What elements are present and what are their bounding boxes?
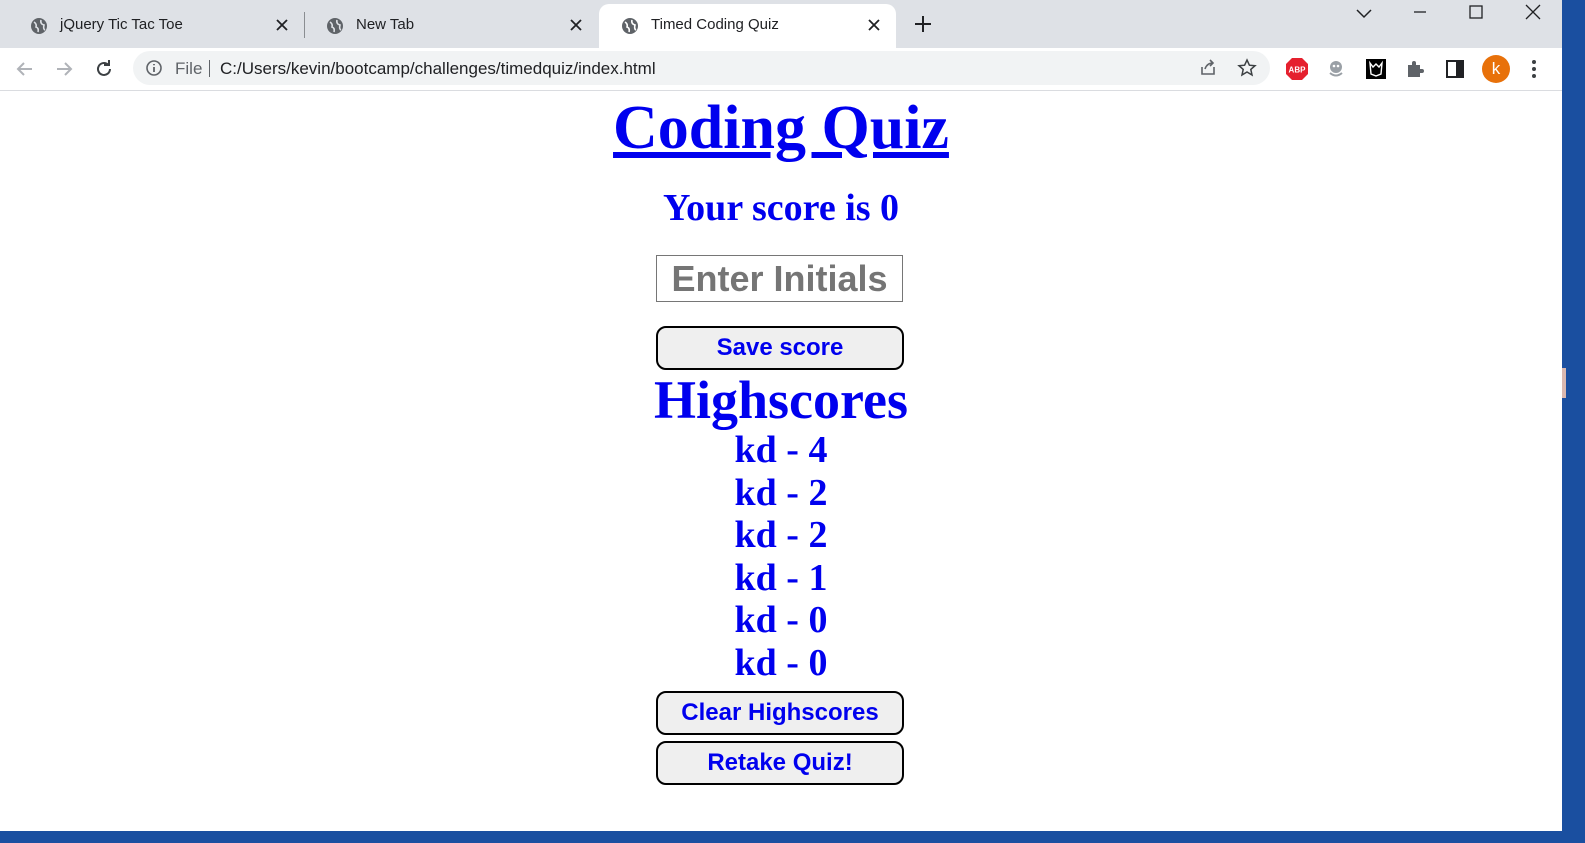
tab-new-tab[interactable]: New Tab <box>304 4 598 48</box>
page-content: Coding Quiz Your score is 0 Save score H… <box>0 91 1562 831</box>
close-window-icon[interactable] <box>1518 2 1548 24</box>
tab-search-chevron-icon[interactable] <box>1349 2 1379 24</box>
scheme-label: File <box>175 59 203 78</box>
highscore-item: kd - 4 <box>734 429 828 471</box>
close-icon[interactable] <box>566 15 586 35</box>
globe-icon <box>31 18 47 34</box>
omnibox-separator <box>209 60 210 77</box>
info-icon[interactable] <box>145 59 163 77</box>
wolf-extension-icon[interactable] <box>1364 57 1388 81</box>
tab-timed-coding-quiz[interactable]: Timed Coding Quiz <box>599 4 896 48</box>
kebab-menu-icon[interactable] <box>1522 57 1546 81</box>
tab-title: New Tab <box>356 16 415 33</box>
retake-quiz-button[interactable]: Retake Quiz! <box>656 741 904 785</box>
reload-icon[interactable] <box>92 57 116 81</box>
highscores-title: Highscores <box>654 370 908 430</box>
profile-avatar[interactable]: k <box>1482 55 1510 83</box>
forward-arrow-icon[interactable] <box>52 57 76 81</box>
close-icon[interactable] <box>864 15 884 35</box>
close-icon[interactable] <box>272 15 292 35</box>
extension-icon[interactable] <box>1324 57 1348 81</box>
back-arrow-icon[interactable] <box>13 57 37 81</box>
globe-icon <box>622 18 638 34</box>
highscores-list: kd - 4 kd - 2 kd - 2 kd - 1 kd - 0 kd - … <box>0 429 1562 684</box>
maximize-icon[interactable] <box>1461 2 1491 24</box>
highscore-item: kd - 1 <box>734 556 828 599</box>
clear-highscores-button[interactable]: Clear Highscores <box>656 691 904 735</box>
highscore-item: kd - 2 <box>734 471 828 514</box>
background-window-edge <box>1562 368 1566 398</box>
new-tab-plus-icon[interactable] <box>910 11 936 37</box>
highscore-item: kd - 0 <box>734 641 828 684</box>
svg-text:ABP: ABP <box>1289 66 1307 75</box>
address-bar[interactable]: File C:/Users/kevin/bootcamp/challenges/… <box>133 51 1270 85</box>
save-score-button[interactable]: Save score <box>656 326 904 370</box>
page-title[interactable]: Coding Quiz <box>0 93 1562 163</box>
globe-icon <box>327 18 343 34</box>
side-panel-icon[interactable] <box>1443 57 1467 81</box>
browser-toolbar: File C:/Users/kevin/bootcamp/challenges/… <box>0 48 1562 91</box>
share-icon[interactable] <box>1198 58 1218 78</box>
adblock-plus-icon[interactable]: ABP <box>1285 57 1309 81</box>
url-text[interactable]: C:/Users/kevin/bootcamp/challenges/timed… <box>220 59 656 79</box>
browser-window: jQuery Tic Tac Toe New Tab Timed Coding … <box>0 0 1562 831</box>
minimize-icon[interactable] <box>1405 2 1435 24</box>
highscore-item: kd - 2 <box>734 514 828 556</box>
highscore-item: kd - 0 <box>734 599 828 641</box>
tab-title: jQuery Tic Tac Toe <box>60 16 183 33</box>
initials-input[interactable] <box>656 255 903 302</box>
score-text: Your score is 0 <box>662 187 900 229</box>
bookmark-star-icon[interactable] <box>1237 58 1257 78</box>
tab-title: Timed Coding Quiz <box>651 16 779 33</box>
profile-initial: k <box>1491 59 1501 78</box>
tab-tictactoe[interactable]: jQuery Tic Tac Toe <box>8 4 304 48</box>
puzzle-extensions-icon[interactable] <box>1403 57 1427 81</box>
tab-strip: jQuery Tic Tac Toe New Tab Timed Coding … <box>0 0 1562 48</box>
